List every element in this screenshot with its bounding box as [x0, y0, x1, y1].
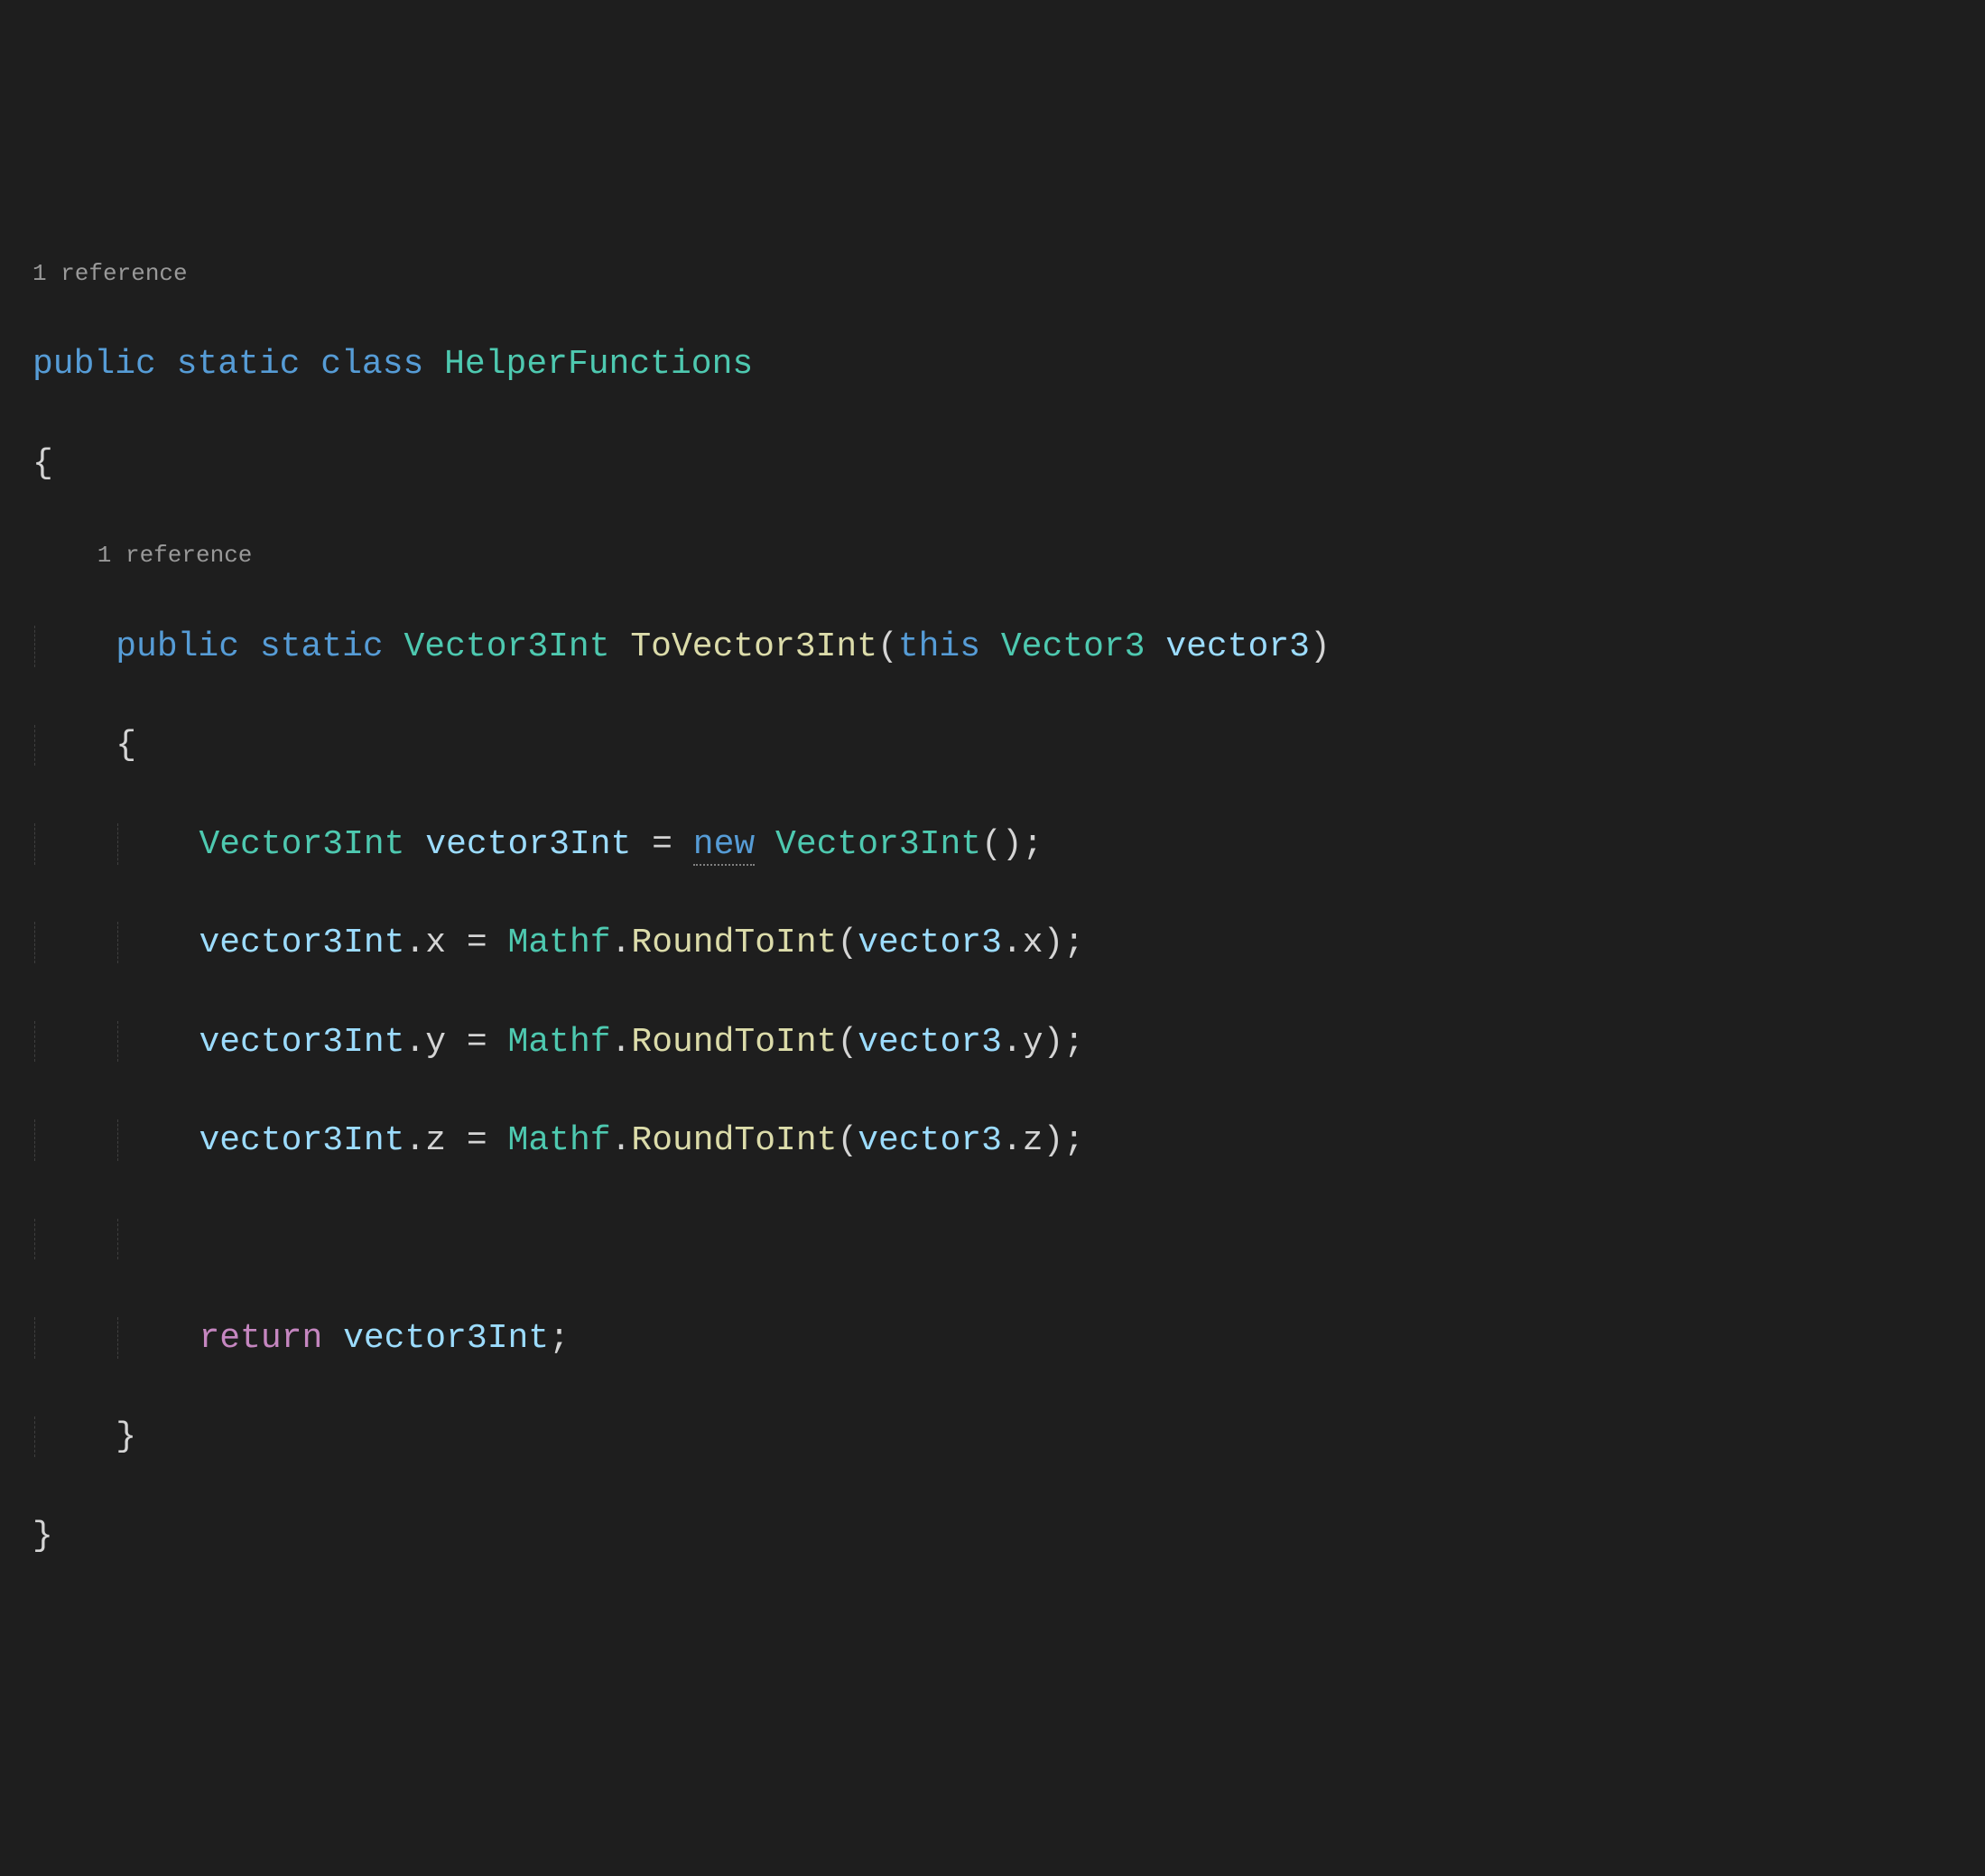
dot: .	[1002, 1121, 1023, 1160]
close-brace: }	[116, 1417, 136, 1456]
indent-guide	[34, 626, 36, 667]
dot: .	[404, 1023, 425, 1062]
indent-guide	[34, 922, 36, 963]
dot: .	[404, 1121, 425, 1160]
code-line[interactable]: vector3Int.y = Mathf.RoundToInt(vector3.…	[32, 1018, 1985, 1068]
param-ref: vector3	[858, 924, 1002, 962]
codelens-class[interactable]: 1 reference	[32, 256, 1985, 292]
indent-guide	[117, 922, 119, 963]
member-z: z	[425, 1121, 446, 1160]
open-brace: {	[116, 726, 136, 765]
dot: .	[611, 1121, 632, 1160]
indent-guide	[34, 1021, 36, 1063]
keyword-new: new	[693, 825, 755, 864]
type-mathf: Mathf	[508, 1121, 611, 1160]
ctor-type: Vector3Int	[775, 825, 981, 864]
keyword-public: public	[32, 345, 156, 384]
param-ref: vector3	[858, 1121, 1002, 1160]
keyword-static: static	[260, 627, 384, 666]
param-ref: vector3	[858, 1023, 1002, 1062]
close-brace: }	[32, 1517, 53, 1556]
code-line[interactable]: }	[32, 1512, 1985, 1562]
type-mathf: Mathf	[508, 1023, 611, 1062]
close-paren: )	[1044, 1023, 1064, 1062]
method-roundtoint: RoundToInt	[631, 1023, 837, 1062]
return-type: Vector3Int	[404, 627, 610, 666]
equals: =	[467, 924, 487, 962]
code-line[interactable]	[32, 1216, 1985, 1266]
semicolon: ;	[1063, 1121, 1084, 1160]
keyword-return: return	[199, 1319, 322, 1358]
code-line[interactable]: public static class HelperFunctions	[32, 340, 1985, 390]
local-var: vector3Int	[199, 1121, 404, 1160]
keyword-public: public	[116, 627, 239, 666]
local-var: vector3Int	[343, 1319, 549, 1358]
close-paren: )	[1044, 924, 1064, 962]
dot: .	[404, 924, 425, 962]
member-y: y	[425, 1023, 446, 1062]
semicolon: ;	[549, 1319, 570, 1358]
open-paren: (	[877, 627, 898, 666]
code-line[interactable]: public static Vector3Int ToVector3Int(th…	[32, 623, 1985, 673]
indent-guide	[34, 1416, 36, 1458]
param-type: Vector3	[1001, 627, 1146, 666]
indent-guide	[117, 1021, 119, 1063]
semicolon: ;	[1023, 825, 1044, 864]
code-line[interactable]: Vector3Int vector3Int = new Vector3Int()…	[32, 821, 1985, 870]
equals: =	[467, 1121, 487, 1160]
local-type: Vector3Int	[199, 825, 404, 864]
local-var: vector3Int	[425, 825, 631, 864]
local-var: vector3Int	[199, 924, 404, 962]
keyword-this: this	[898, 627, 980, 666]
indent-guide	[34, 1119, 36, 1161]
indent-guide	[117, 1119, 119, 1161]
indent-guide	[34, 725, 36, 766]
member-x: x	[425, 924, 446, 962]
local-var: vector3Int	[199, 1023, 404, 1062]
indent-guide	[34, 1219, 36, 1260]
open-paren: (	[837, 924, 858, 962]
equals: =	[652, 825, 672, 864]
type-mathf: Mathf	[508, 924, 611, 962]
method-name: ToVector3Int	[630, 627, 877, 666]
dot: .	[611, 924, 632, 962]
keyword-class: class	[320, 345, 423, 384]
dot: .	[611, 1023, 632, 1062]
code-line[interactable]: vector3Int.x = Mathf.RoundToInt(vector3.…	[32, 919, 1985, 969]
keyword-static: static	[177, 345, 301, 384]
code-line[interactable]: return vector3Int;	[32, 1314, 1985, 1364]
member-x: x	[1023, 924, 1044, 962]
code-line[interactable]: }	[32, 1413, 1985, 1463]
indent-guide	[117, 1317, 119, 1359]
semicolon: ;	[1063, 924, 1084, 962]
indent-guide	[34, 1317, 36, 1359]
close-paren: )	[1310, 627, 1331, 666]
method-roundtoint: RoundToInt	[631, 924, 837, 962]
method-roundtoint: RoundToInt	[631, 1121, 837, 1160]
codelens-method[interactable]: 1 reference	[32, 538, 1985, 573]
open-brace: {	[32, 444, 53, 483]
open-paren: (	[837, 1023, 858, 1062]
semicolon: ;	[1063, 1023, 1084, 1062]
indent-guide	[34, 823, 36, 865]
open-paren: (	[837, 1121, 858, 1160]
code-line[interactable]: vector3Int.z = Mathf.RoundToInt(vector3.…	[32, 1117, 1985, 1166]
class-name: HelperFunctions	[444, 345, 753, 384]
param-name: vector3	[1165, 627, 1310, 666]
dot: .	[1002, 1023, 1023, 1062]
dot: .	[1002, 924, 1023, 962]
equals: =	[467, 1023, 487, 1062]
code-line[interactable]: {	[32, 721, 1985, 771]
close-paren: )	[1044, 1121, 1064, 1160]
indent-guide	[117, 823, 119, 865]
code-line[interactable]: {	[32, 440, 1985, 489]
empty-parens: ()	[981, 825, 1023, 864]
member-y: y	[1023, 1023, 1044, 1062]
code-editor[interactable]: 1 reference public static class HelperFu…	[0, 198, 1985, 1629]
indent-guide	[117, 1219, 119, 1260]
member-z: z	[1023, 1121, 1044, 1160]
